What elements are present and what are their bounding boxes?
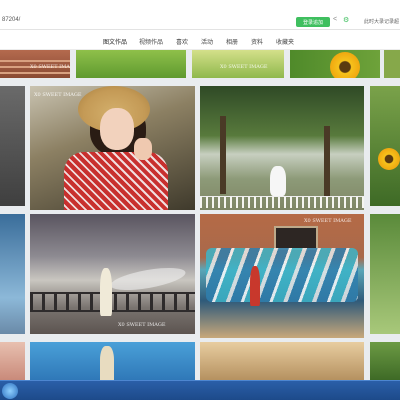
window-shape [274, 226, 318, 250]
photo-sunflowers-right[interactable] [370, 86, 400, 206]
photo-gallery: X0 SWEET IMAGE X0 SWEET IMAGE X0 SWEET I… [0, 50, 400, 380]
photo-girl-with-veil[interactable]: X0 SWEET IMAGE [30, 214, 195, 334]
share-icon[interactable]: < [333, 16, 337, 23]
photo-brick-path[interactable]: X0 SWEET IMAGE [0, 50, 70, 78]
girl-dress-shape [100, 268, 112, 316]
watermark: X0 SWEET IMAGE [30, 64, 70, 70]
shirt-shape [64, 152, 168, 210]
photo-sunset-sky[interactable] [200, 342, 364, 380]
hand-shape [134, 138, 152, 160]
sunflower-shape [378, 148, 400, 170]
leaf-icon[interactable]: ⚙ [343, 16, 349, 24]
tab-works[interactable]: 图文作品 [103, 37, 128, 51]
photo-partial-right[interactable] [384, 50, 400, 78]
tree-trunk [324, 126, 330, 196]
fence-shape [200, 196, 364, 208]
watermark: X0 SWEET IMAGE [220, 64, 268, 70]
watermark: X0 SWEET IMAGE [118, 322, 166, 328]
tab-likes[interactable]: 喜欢 [176, 37, 188, 46]
photo-grass-field[interactable] [76, 50, 186, 78]
photo-meadow[interactable]: X0 SWEET IMAGE [192, 50, 284, 78]
browser-address-bar: 87204/ 登录追加 < ⚙ 此时大录记录超 [0, 0, 400, 30]
girl-white-dress-shape [270, 166, 286, 196]
tab-events[interactable]: 活动 [201, 37, 213, 46]
photo-blue-building[interactable] [0, 214, 25, 334]
photo-flowers-left[interactable] [0, 86, 25, 206]
face-shape [100, 108, 134, 150]
watermark: X0 SWEET IMAGE [34, 92, 82, 98]
graffiti-shape [206, 248, 358, 302]
tab-favorites[interactable]: 收藏夹 [276, 37, 294, 46]
photo-green-bokeh[interactable] [370, 214, 400, 334]
login-button[interactable]: 登录追加 [296, 17, 330, 27]
tab-videos[interactable]: 视频作品 [139, 37, 163, 46]
url-text[interactable]: 87204/ [2, 17, 20, 23]
tower-shape [100, 346, 114, 380]
photo-graffiti-wall[interactable]: X0 SWEET IMAGE [200, 214, 364, 338]
tab-info[interactable]: 资料 [251, 37, 263, 46]
profile-tab-bar: 图文作品 视频作品 喜欢 活动 相册 资料 收藏夹 [0, 30, 400, 51]
photo-pink-partial[interactable] [0, 342, 25, 380]
photo-girl-in-garden[interactable] [200, 86, 364, 210]
photo-girl-straw-hat[interactable]: X0 SWEET IMAGE [30, 86, 195, 210]
start-button[interactable] [2, 383, 18, 399]
veil-shape [109, 263, 187, 295]
help-link[interactable]: 此时大录记录超 [364, 18, 399, 25]
tab-albums[interactable]: 相册 [226, 37, 238, 46]
photo-green-partial[interactable] [370, 342, 400, 380]
watermark: X0 SWEET IMAGE [304, 218, 352, 224]
photo-sunflower[interactable] [290, 50, 380, 78]
photo-tower-sky[interactable] [30, 342, 195, 380]
os-taskbar [0, 380, 400, 400]
railing-shape [30, 292, 195, 312]
sunflower-shape [330, 52, 360, 78]
girl-red-top-shape [250, 266, 260, 306]
tree-trunk [220, 116, 226, 194]
